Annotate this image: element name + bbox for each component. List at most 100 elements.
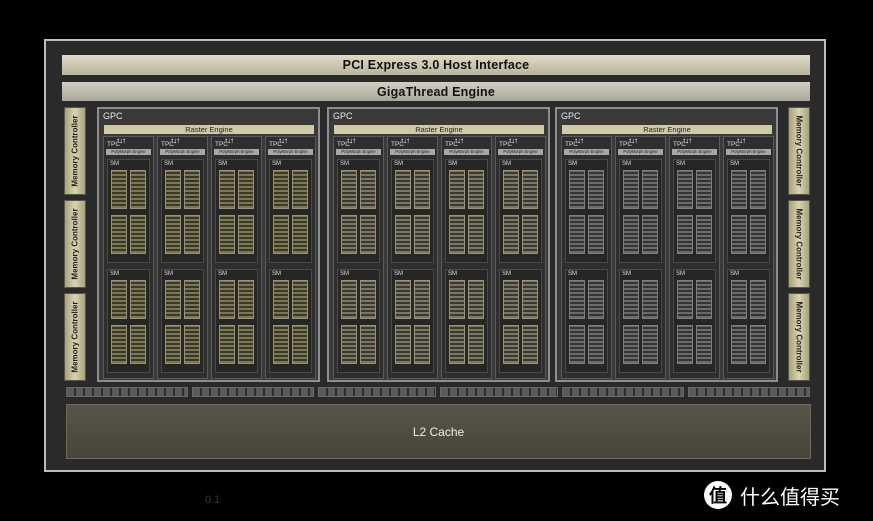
processing-block [273, 215, 289, 254]
sm-label: SM [394, 161, 403, 167]
sm-core-array [219, 170, 254, 260]
polymorph-engine: PolyMorph Engine [160, 149, 205, 155]
processing-block [395, 325, 411, 364]
processing-block [395, 280, 411, 319]
sm-block: SM [107, 269, 150, 373]
interconnect-strip [192, 387, 314, 397]
processing-block [588, 215, 604, 254]
memory-controller-left-1: Memory Controller [64, 107, 86, 195]
processing-block [449, 170, 465, 209]
memory-controller-label: Memory Controller [794, 115, 804, 187]
sm-label: SM [110, 271, 119, 277]
processing-block [360, 325, 376, 364]
processing-block [503, 170, 519, 209]
polymorph-engine: PolyMorph Engine [564, 149, 609, 155]
sm-block: SM [565, 269, 608, 373]
processing-block [750, 170, 766, 209]
sm-core-array [449, 280, 484, 370]
memory-controller-right-3: Memory Controller [788, 293, 810, 381]
memory-controller-label: Memory Controller [70, 208, 80, 280]
pci-express-host-interface: PCI Express 3.0 Host Interface [62, 55, 810, 75]
memory-controller-label: Memory Controller [70, 115, 80, 187]
processing-block [184, 325, 200, 364]
processing-block [522, 325, 538, 364]
processing-block [184, 280, 200, 319]
processing-block [238, 325, 254, 364]
processing-block [522, 215, 538, 254]
sm-label: SM [272, 161, 281, 167]
processing-block [130, 325, 146, 364]
processing-block [360, 215, 376, 254]
gpc-block: GPC Raster Engine ↑↓↑ TPC PolyMorph Engine SM… [327, 107, 550, 382]
processing-block [569, 325, 585, 364]
tpc-label: TPC [727, 141, 740, 148]
stray-text: 0.1 [205, 494, 221, 506]
sm-block: SM [727, 159, 770, 263]
processing-block [623, 215, 639, 254]
sm-label: SM [448, 161, 457, 167]
processing-block [677, 215, 693, 254]
sm-core-array [731, 170, 766, 260]
watermark-logo-icon: 值 [704, 481, 732, 509]
sm-label: SM [218, 161, 227, 167]
tpc-label: TPC [565, 141, 578, 148]
sm-label: SM [622, 161, 631, 167]
processing-block [130, 280, 146, 319]
sm-label: SM [676, 271, 685, 277]
memory-controller-left-2: Memory Controller [64, 200, 86, 288]
sm-block: SM [565, 159, 608, 263]
processing-block [642, 280, 658, 319]
processing-block [238, 215, 254, 254]
processing-block [273, 325, 289, 364]
processing-block [219, 170, 235, 209]
processing-block [414, 215, 430, 254]
l2-cache: L2 Cache [66, 404, 811, 459]
sm-label: SM [568, 271, 577, 277]
polymorph-engine: PolyMorph Engine [444, 149, 489, 155]
sm-core-array [623, 170, 658, 260]
memory-controller-label: Memory Controller [70, 301, 80, 373]
sm-label: SM [568, 161, 577, 167]
processing-block [677, 170, 693, 209]
processing-block [111, 170, 127, 209]
sm-core-array [449, 170, 484, 260]
sm-label: SM [676, 161, 685, 167]
processing-block [750, 280, 766, 319]
processing-block [623, 280, 639, 319]
processing-block [677, 280, 693, 319]
sm-label: SM [730, 161, 739, 167]
processing-block [569, 170, 585, 209]
processing-block [341, 325, 357, 364]
processing-block [184, 215, 200, 254]
interconnect-strip [688, 387, 810, 397]
tpc-label: TPC [337, 141, 350, 148]
processing-block [731, 170, 747, 209]
processing-block [165, 170, 181, 209]
processing-block [588, 325, 604, 364]
processing-block [503, 215, 519, 254]
sm-block: SM [391, 159, 434, 263]
tpc-label: TPC [269, 141, 282, 148]
gpc-block: GPC Raster Engine ↑↓↑ TPC PolyMorph Engine SM… [97, 107, 320, 382]
memory-controller-right-2: Memory Controller [788, 200, 810, 288]
memory-controller-label: Memory Controller [794, 301, 804, 373]
tpc-label: TPC [161, 141, 174, 148]
sm-core-array [165, 170, 200, 260]
processing-block [111, 215, 127, 254]
sm-core-array [273, 170, 308, 260]
interconnect-strip [66, 387, 188, 397]
sm-block: SM [673, 269, 716, 373]
processing-block [165, 325, 181, 364]
tpc-block: ↑↓↑ TPC PolyMorph Engine SM SM [495, 136, 546, 379]
processing-block [449, 280, 465, 319]
processing-block [623, 170, 639, 209]
processing-block [503, 280, 519, 319]
processing-block [414, 280, 430, 319]
processing-block [219, 215, 235, 254]
polymorph-engine: PolyMorph Engine [498, 149, 543, 155]
processing-block [522, 170, 538, 209]
sm-block: SM [107, 159, 150, 263]
processing-block [414, 170, 430, 209]
tpc-block: ↑↓↑ TPC PolyMorph Engine SM SM [615, 136, 666, 379]
sm-block: SM [445, 159, 488, 263]
